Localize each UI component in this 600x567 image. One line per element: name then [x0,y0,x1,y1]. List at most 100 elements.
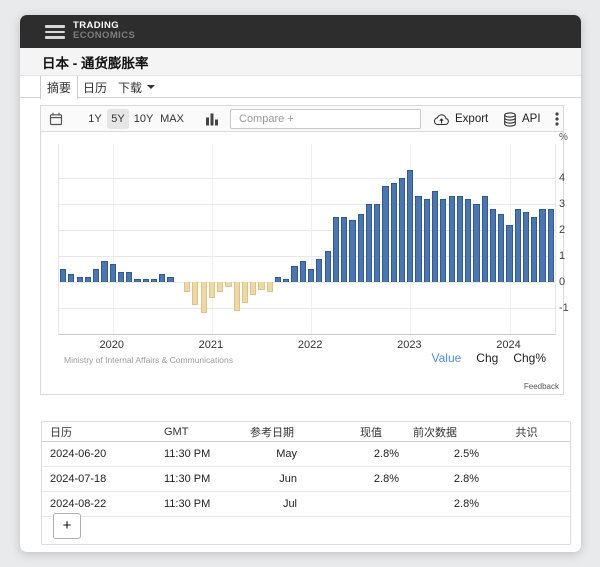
chart-link-value[interactable]: Value [431,351,461,365]
y-tick-label-1: 1 [559,250,585,262]
chart-bar [151,279,157,282]
chart-toolbar: 1Y5Y10YMAX Export [41,106,563,132]
chart-bar [77,277,83,282]
chart-bar [382,186,388,282]
chart-bar [341,217,347,282]
api-button[interactable]: API [503,106,541,132]
gridline-y--1 [59,308,555,309]
page-title: 日本 - 通货膨胀率 [20,52,149,72]
chart-bar [291,266,297,282]
tab-summary[interactable]: 摘要 [40,76,78,99]
x-tick-label-2022: 2022 [288,339,332,351]
y-tick-label-3: 3 [559,198,585,210]
chart-bar [325,251,331,282]
calendar-table: 日历GMT参考日期现值前次数据共识 2024-06-2011:30 PMMay2… [42,422,570,517]
gridline-x-2021 [212,144,213,334]
gridline-y-2 [59,230,555,231]
more-options-kebab-icon[interactable] [555,112,559,126]
chart-link-chg-pct[interactable]: Chg% [513,351,546,365]
y-axis-unit-label: % [559,132,568,143]
chart-bar [374,204,380,282]
gridline-x-2022 [311,144,312,334]
compare-input[interactable] [230,109,421,129]
cell-r0-c1: 11:30 PM [156,442,242,467]
chart-bar [515,209,521,282]
cell-r1-c4: 2.8% [403,467,483,492]
y-tick-label--1: -1 [559,302,585,314]
gridline-y-3 [59,204,555,205]
column-header-3: 现值 [301,422,403,442]
gridline-x-2020 [113,144,114,334]
cell-r1-c1: 11:30 PM [156,467,242,492]
chart-bar [225,282,231,287]
chart-bar [440,199,446,282]
chart-link-chg[interactable]: Chg [476,351,498,365]
calendar-icon[interactable] [49,112,63,126]
tab-strip: 摘要日历下载 [20,76,581,98]
chart-bar [407,170,413,282]
export-button[interactable]: Export [433,106,488,132]
tab-calendar[interactable]: 日历 [83,76,107,98]
table-row[interactable]: 2024-07-1811:30 PMJun2.8%2.8% [42,467,570,492]
chart-bar [449,196,455,282]
chart-bar [283,279,289,282]
add-button[interactable]: + [53,513,81,539]
cell-r1-c5 [483,467,570,492]
chart-bar [548,209,554,282]
api-database-icon [503,112,517,127]
tab-label-summary: 摘要 [47,79,71,96]
cell-r1-c0: 2024-07-18 [42,467,156,492]
chart-bar [531,217,537,282]
chart-type-icon[interactable] [206,112,218,125]
chart-bar [498,214,504,282]
range-button-max[interactable]: MAX [157,109,187,129]
chart-bar [523,212,529,282]
hamburger-menu-icon[interactable] [45,25,65,39]
chart-bar [258,282,264,290]
y-tick-label-0: 0 [559,276,585,288]
column-header-4: 前次数据 [403,422,483,442]
chart-bar [250,282,256,295]
range-button-10y[interactable]: 10Y [130,109,157,129]
brand-logo[interactable]: TRADING ECONOMICS [73,21,135,41]
column-header-2: 参考日期 [242,422,301,442]
chart-bar [134,279,140,282]
chart-bar [126,272,132,282]
chart-mode-links: Value Chg Chg% [431,351,546,365]
range-button-5y[interactable]: 5Y [107,109,129,129]
chart-bar [60,269,66,282]
chart-bar [457,196,463,282]
chart-bar [267,282,273,292]
chart-bar [539,209,545,282]
feedback-link[interactable]: Feedback [524,382,559,391]
cell-r0-c2: May [242,442,301,467]
table-row[interactable]: 2024-06-2011:30 PMMay2.8%2.5% [42,442,570,467]
x-tick-label-2020: 2020 [90,339,134,351]
chart-bar [159,274,165,282]
cell-r0-c4: 2.5% [403,442,483,467]
x-tick-label-2024: 2024 [487,339,531,351]
chart-widget: 1Y5Y10YMAX Export [40,105,564,395]
chart-bar [506,225,512,282]
y-tick-label-2: 2 [559,224,585,236]
chart-bar [110,264,116,282]
chart-bar [473,204,479,282]
table-footer-row: + [42,507,570,544]
chart-bar [234,282,240,311]
gridline-y-1 [59,256,555,257]
range-button-1y[interactable]: 1Y [83,109,107,129]
chart-bar [333,217,339,282]
chart-bar [217,282,223,292]
cell-r1-c2: Jun [242,467,301,492]
tab-label-download: 下载 [118,79,142,96]
column-header-5: 共识 [483,422,570,442]
chart-bar [300,261,306,282]
chart-bar [143,279,149,282]
chart-bar [415,196,421,282]
tab-download[interactable]: 下载 [118,76,155,98]
chart-bar [432,191,438,282]
chart-bar [167,277,173,282]
y-tick-label-4: 4 [559,172,585,184]
chart-bar [482,196,488,282]
export-label: Export [455,113,488,125]
